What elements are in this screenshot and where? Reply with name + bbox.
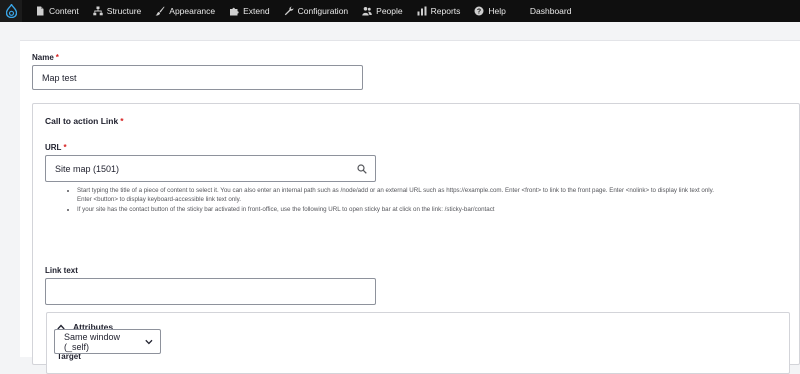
required-marker: *	[55, 53, 59, 62]
admin-toolbar: Content Structure Appearance Extend Conf…	[0, 0, 800, 22]
toolbar-label: Dashboard	[529, 6, 572, 16]
search-icon	[357, 163, 367, 174]
help-text-1a: Start typing the title of a piece of con…	[77, 187, 714, 194]
toolbar-item-people[interactable]: People	[356, 0, 410, 22]
call-to-action-title-text: Call to action Link	[45, 116, 119, 126]
toolbar-label: Structure	[106, 6, 142, 16]
name-label: Name *	[32, 53, 59, 62]
wrench-icon	[284, 6, 294, 16]
link-text-label: Link text	[45, 266, 78, 275]
url-label: URL *	[45, 143, 67, 152]
toolbar-label: Help	[488, 6, 506, 16]
link-text-input[interactable]	[45, 278, 376, 305]
sitemap-icon	[93, 6, 103, 16]
help-text-2: If your site has the contact button of t…	[77, 206, 495, 213]
toolbar-item-configuration[interactable]: Configuration	[278, 0, 357, 22]
file-icon	[37, 6, 44, 16]
help-item: Start typing the title of a piece of con…	[77, 186, 787, 204]
url-autocomplete-input[interactable]: Site map (1501)	[45, 155, 376, 182]
toolbar-label: People	[376, 6, 403, 16]
target-select-value: Same window (_self)	[64, 331, 121, 352]
toolbar-item-dashboard[interactable]: Dashboard	[524, 0, 580, 22]
toolbar-label: Configuration	[297, 6, 349, 16]
url-label-text: URL	[45, 143, 62, 152]
target-select[interactable]: Same window (_self)	[54, 329, 161, 354]
people-icon	[362, 7, 372, 16]
name-input-value: Map test	[42, 72, 77, 83]
svg-text:?: ?	[477, 9, 481, 16]
toolbar-label: Appearance	[169, 6, 216, 16]
chart-icon	[417, 6, 427, 16]
drupal-logo-icon[interactable]	[0, 0, 22, 22]
name-label-text: Name	[32, 53, 54, 62]
puzzle-icon	[230, 7, 239, 16]
toolbar-item-extend[interactable]: Extend	[223, 0, 277, 22]
chevron-down-icon	[145, 339, 153, 344]
required-marker: *	[63, 143, 67, 152]
brush-icon	[155, 6, 165, 16]
required-marker: *	[120, 116, 124, 126]
url-help-text: Start typing the title of a piece of con…	[67, 186, 787, 215]
toolbar-label: Content	[49, 6, 79, 16]
url-input-value: Site map (1501)	[55, 163, 120, 174]
help-text-1b: Enter <button> to display keyboard-acces…	[77, 196, 241, 203]
help-icon: ?	[474, 6, 484, 16]
toolbar-item-appearance[interactable]: Appearance	[149, 0, 223, 22]
toolbar-label: Extend	[243, 6, 270, 16]
name-input[interactable]: Map test	[32, 65, 363, 90]
node-edit-form: Name * Map test Call to action Link * URL *…	[20, 40, 800, 374]
call-to-action-title: Call to action Link *	[45, 116, 124, 126]
toolbar-item-structure[interactable]: Structure	[87, 0, 150, 22]
toolbar-item-reports[interactable]: Reports	[411, 0, 469, 22]
help-item: If your site has the contact button of t…	[77, 205, 787, 214]
toolbar-label: Reports	[430, 6, 461, 16]
link-text-label-text: Link text	[45, 266, 78, 275]
call-to-action-fieldset: Call to action Link * URL * Site map (1501…	[32, 103, 800, 374]
toolbar-item-content[interactable]: Content	[29, 0, 87, 22]
toolbar-item-help[interactable]: ? Help	[468, 0, 513, 22]
